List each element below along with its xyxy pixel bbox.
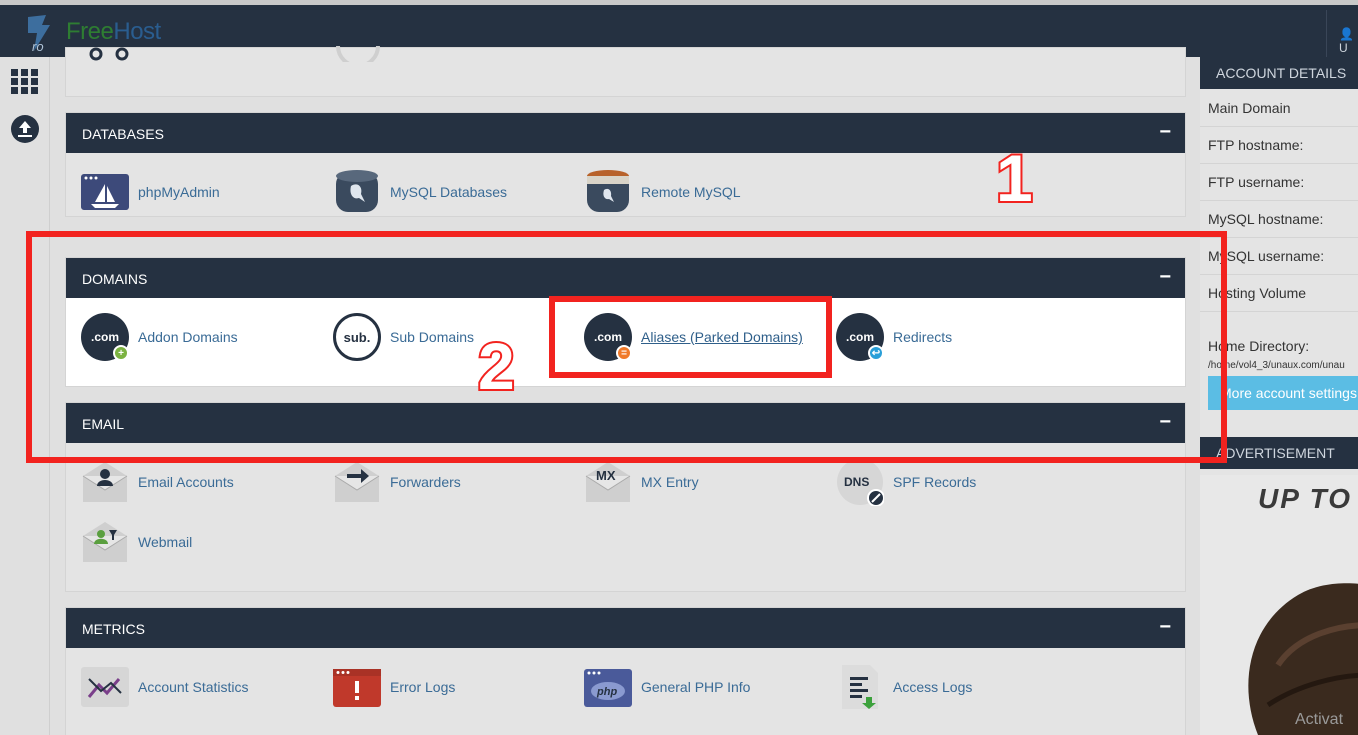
item-label: Aliases (Parked Domains) [641,329,803,345]
aliases-icon: .com = [584,313,632,361]
mx-entry-link[interactable]: MX MX Entry [584,456,699,508]
email-accounts-link[interactable]: Email Accounts [81,456,234,508]
collapse-icon[interactable]: − [1159,266,1171,289]
left-sidebar [0,57,50,735]
databases-title: DATABASES [82,126,164,142]
error-logs-link[interactable]: Error Logs [333,661,455,713]
previous-panel-remnant [65,45,1186,97]
item-label: Error Logs [390,679,456,695]
annotation-number-1: 1 [994,139,1035,217]
mysql-username-row: MySQL username: [1200,238,1358,275]
ftp-username-row: FTP username: [1200,164,1358,201]
addon-domains-icon: .com + [81,313,129,361]
mysql-databases-link[interactable]: MySQL Databases [333,166,507,218]
access-logs-link[interactable]: Access Logs [836,661,972,713]
gauge-icon [336,45,380,62]
email-accounts-icon [82,462,128,502]
error-logs-icon [333,669,381,707]
mx-entry-icon: MX [585,462,631,502]
general-php-info-link[interactable]: php General PHP Info [584,661,750,713]
collapse-icon[interactable]: − [1159,121,1171,144]
metrics-title: METRICS [82,621,145,637]
forwarders-icon [334,462,380,502]
advertisement-banner[interactable]: UP TO Activat [1200,475,1358,735]
upload-icon[interactable] [10,114,40,144]
cart-icon [89,47,129,61]
remote-mysql-link[interactable]: Remote MySQL [584,166,741,218]
item-label: Remote MySQL [641,184,741,200]
access-logs-icon [842,665,878,709]
ad-headline: UP TO [1258,483,1353,514]
account-statistics-link[interactable]: Account Statistics [81,661,249,713]
webmail-link[interactable]: Webmail [81,516,192,568]
svg-text:DNS: DNS [844,475,869,489]
aliases-parked-domains-link[interactable]: .com = Aliases (Parked Domains) [584,311,803,363]
apps-grid-icon[interactable] [10,67,40,97]
user-icon: 👤 [1339,27,1354,41]
addon-domains-link[interactable]: .com + Addon Domains [81,311,238,363]
item-label: Forwarders [390,474,461,490]
item-label: Email Accounts [138,474,234,490]
redirects-icon: .com ↩ [836,313,884,361]
user-label: U [1339,41,1348,55]
user-menu[interactable]: 👤U [1326,10,1358,57]
email-panel: EMAIL − Email Accounts Forwarders MX MX … [65,402,1186,592]
item-label: MySQL Databases [390,184,507,200]
main-domain-row: Main Domain [1200,90,1358,127]
advertisement-header: ADVERTISEMENT [1200,437,1358,469]
database-icon [336,170,378,212]
brand-host: Host [113,18,161,45]
spf-records-link[interactable]: DNS SPF Records [836,456,976,508]
domains-panel: DOMAINS − .com + Addon Domains sub. Sub … [65,257,1186,387]
phpmyadmin-icon [81,174,129,210]
account-sidebar: ACCOUNT DETAILS Main Domain FTP hostname… [1200,57,1358,735]
logo-icon: ro [28,15,50,53]
account-details-header: ACCOUNT DETAILS [1200,57,1358,89]
item-label: Access Logs [893,679,973,695]
spf-records-icon: DNS [837,459,884,506]
annotation-number-2: 2 [476,327,517,405]
metrics-panel: METRICS − Account Statistics Error Logs [65,607,1186,735]
brand-free: Free [66,18,114,45]
domains-title: DOMAINS [82,271,148,287]
svg-text:php: php [596,686,617,698]
webmail-icon [82,522,128,562]
redirects-link[interactable]: .com ↩ Redirects [836,311,952,363]
item-label: SPF Records [893,474,977,490]
forwarders-link[interactable]: Forwarders [333,456,461,508]
email-header[interactable]: EMAIL − [66,403,1185,443]
item-label: Sub Domains [390,329,475,345]
sub-domains-link[interactable]: sub. Sub Domains [333,311,474,363]
ftp-hostname-row: FTP hostname: [1200,127,1358,164]
metrics-header[interactable]: METRICS − [66,608,1185,648]
collapse-icon[interactable]: − [1159,616,1171,639]
collapse-icon[interactable]: − [1159,411,1171,434]
item-label: MX Entry [641,474,699,490]
item-label: Webmail [138,534,193,550]
hosting-volume-row: Hosting Volume [1200,275,1358,312]
sub-domains-icon: sub. [333,313,381,361]
statistics-icon [81,667,129,707]
item-label: phpMyAdmin [138,184,220,200]
activation-watermark: Activat [1295,711,1344,728]
phpmyadmin-link[interactable]: phpMyAdmin [81,166,220,218]
remote-database-icon [587,170,629,212]
svg-text:MX: MX [596,468,616,483]
item-label: Redirects [893,329,953,345]
home-directory-path: /home/vol4_3/unaux.com/unau [1208,360,1345,371]
more-account-settings-button[interactable]: More account settings [1208,376,1358,410]
php-info-icon: php [584,669,632,707]
svg-text:ro: ro [32,39,44,53]
domains-header[interactable]: DOMAINS − [66,258,1185,298]
hat-image [1248,583,1358,735]
item-label: Addon Domains [138,329,238,345]
home-directory-label: Home Directory: [1208,338,1310,354]
item-label: General PHP Info [641,679,751,695]
mysql-hostname-row: MySQL hostname: [1200,201,1358,238]
item-label: Account Statistics [138,679,249,695]
email-title: EMAIL [82,416,125,432]
